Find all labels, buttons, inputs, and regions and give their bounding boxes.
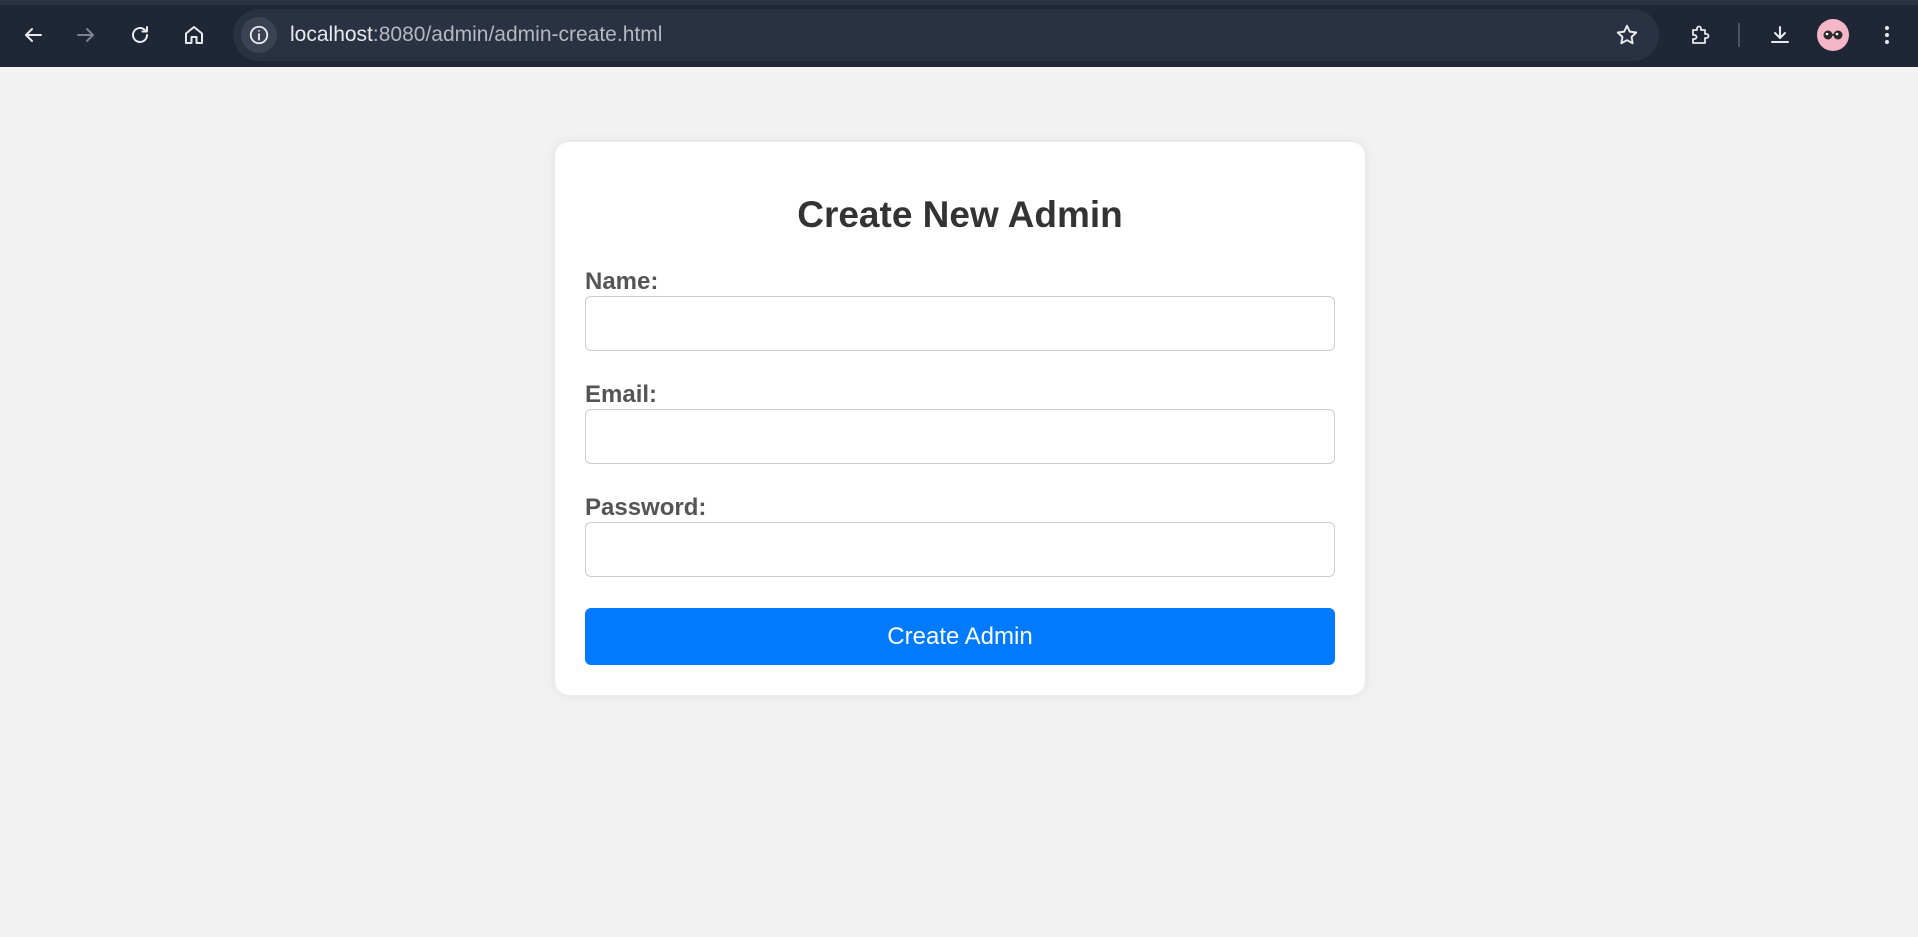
password-input[interactable] (585, 522, 1335, 577)
email-input[interactable] (585, 409, 1335, 464)
url-path: :8080/admin/admin-create.html (372, 23, 663, 46)
address-bar[interactable]: localhost:8080/admin/admin-create.html (233, 9, 1659, 61)
email-label: Email: (585, 381, 658, 408)
url-host: localhost (290, 23, 373, 46)
home-icon (185, 26, 203, 44)
avatar-glasses-icon (1823, 30, 1843, 40)
arrow-left-icon (25, 28, 42, 42)
browser-menu-button[interactable] (1869, 17, 1905, 53)
site-info-button[interactable] (241, 17, 277, 53)
name-label: Name: (585, 268, 659, 295)
password-label: Password: (585, 494, 707, 521)
star-icon (1616, 24, 1638, 45)
page-title: Create New Admin (797, 194, 1123, 235)
name-input[interactable] (585, 296, 1335, 351)
toolbar-separator (1738, 23, 1740, 47)
download-icon (1771, 26, 1789, 43)
downloads-button[interactable] (1762, 17, 1798, 53)
puzzle-icon (1692, 25, 1710, 44)
home-button[interactable] (176, 17, 212, 53)
reload-button[interactable] (122, 17, 158, 53)
bookmark-button[interactable] (1609, 17, 1645, 53)
info-icon (249, 25, 269, 45)
url-text[interactable]: localhost:8080/admin/admin-create.html (290, 9, 662, 61)
kebab-menu-icon (1885, 26, 1889, 44)
arrow-right-icon (77, 28, 94, 42)
reload-icon (132, 26, 148, 43)
browser-toolbar: localhost:8080/admin/admin-create.html (0, 0, 1918, 67)
extensions-button[interactable] (1682, 17, 1718, 53)
forward-button[interactable] (68, 17, 104, 53)
create-admin-button[interactable]: Create Admin (585, 608, 1335, 665)
back-button[interactable] (15, 17, 51, 53)
profile-avatar[interactable] (1817, 19, 1849, 51)
create-admin-card: Create New Admin Name: Email: Password: … (555, 142, 1365, 695)
